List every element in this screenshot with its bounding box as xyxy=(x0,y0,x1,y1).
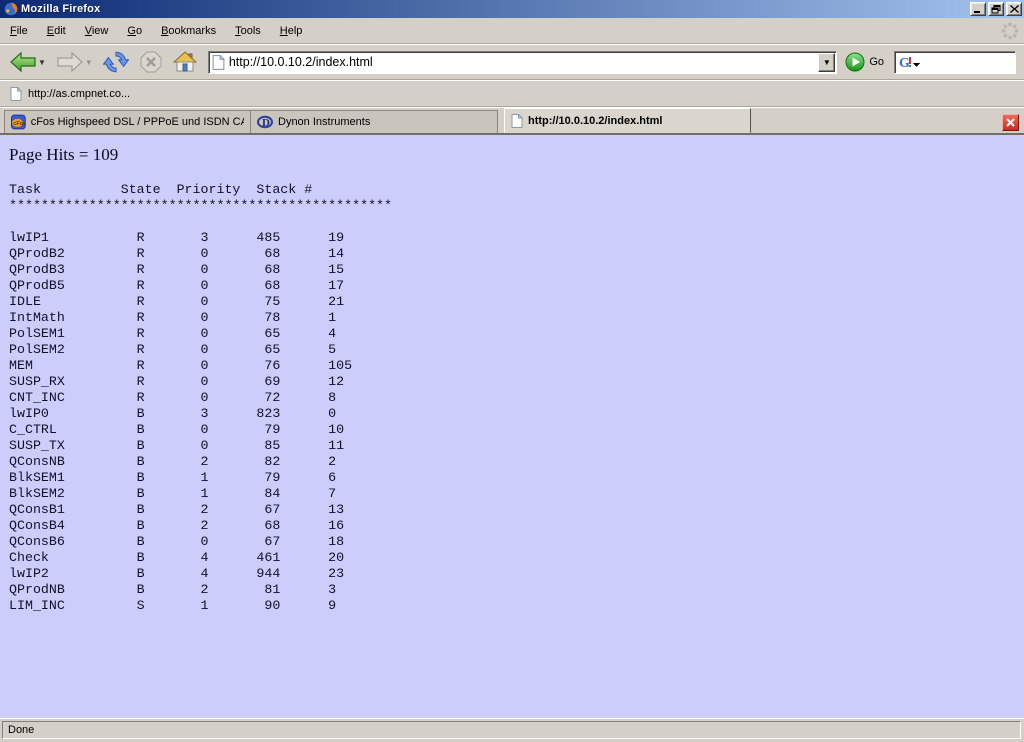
search-engine-caret[interactable] xyxy=(913,63,920,68)
restore-button[interactable] xyxy=(988,2,1004,16)
bookmarks-bar: http://as.cmpnet.co... xyxy=(0,80,1024,107)
tab-index-html[interactable]: http://10.0.10.2/index.html xyxy=(504,108,751,133)
page-icon xyxy=(511,114,523,128)
forward-dropdown-caret[interactable]: ▼ xyxy=(85,58,93,67)
svg-text:D: D xyxy=(262,117,270,129)
forward-button[interactable]: ▼ xyxy=(53,48,96,76)
tab-label: Dynon Instruments xyxy=(278,116,370,128)
cfos-favicon: cFos xyxy=(11,114,26,130)
back-button[interactable]: ▼ xyxy=(6,48,49,76)
forward-arrow-icon xyxy=(56,51,84,73)
search-box: G xyxy=(894,51,1016,74)
tab-label: http://10.0.10.2/index.html xyxy=(528,115,662,127)
menu-item-tools[interactable]: Tools xyxy=(227,22,269,40)
status-panel: Done xyxy=(2,721,1021,739)
tab-dynon[interactable]: D Dynon Instruments xyxy=(251,110,498,133)
svg-text:cFos: cFos xyxy=(13,121,25,127)
reload-icon xyxy=(103,49,129,75)
throbber-icon xyxy=(1000,21,1020,41)
title-bar: Mozilla Firefox xyxy=(0,0,1024,18)
page-hits-text: Page Hits = 109 xyxy=(9,145,1024,165)
menu-item-edit[interactable]: Edit xyxy=(39,22,74,40)
google-icon[interactable]: G xyxy=(898,54,913,70)
firefox-logo-icon xyxy=(4,2,18,16)
stop-icon xyxy=(139,50,163,74)
search-input[interactable] xyxy=(922,55,1015,69)
bookmark-item[interactable]: http://as.cmpnet.co... xyxy=(6,85,134,103)
svg-text:G: G xyxy=(899,56,910,70)
page-icon xyxy=(212,55,225,70)
home-icon xyxy=(173,50,197,74)
go-label[interactable]: Go xyxy=(869,56,884,68)
reload-button[interactable] xyxy=(100,46,132,78)
page-icon xyxy=(10,87,22,101)
status-bar: Done xyxy=(0,718,1024,742)
tab-cfos[interactable]: cFos cFos Highspeed DSL / PPPoE und ISDN… xyxy=(4,110,251,133)
close-icon xyxy=(1006,118,1015,127)
status-text: Done xyxy=(8,724,34,736)
menu-item-bookmarks[interactable]: Bookmarks xyxy=(153,22,224,40)
stop-button[interactable] xyxy=(136,47,166,77)
browser-window: Mozilla Firefox FileEditViewGoBook xyxy=(0,0,1024,742)
menu-item-help[interactable]: Help xyxy=(272,22,311,40)
task-table: Task State Priority Stack # ************… xyxy=(9,182,1024,614)
navigation-toolbar: ▼ ▼ xyxy=(0,44,1024,80)
url-bar: ▼ xyxy=(208,51,837,74)
url-input[interactable] xyxy=(225,54,818,71)
back-dropdown-caret[interactable]: ▼ xyxy=(38,58,46,67)
menu-item-go[interactable]: Go xyxy=(119,22,150,40)
window-title: Mozilla Firefox xyxy=(21,3,970,15)
menu-item-view[interactable]: View xyxy=(77,22,117,40)
home-button[interactable] xyxy=(170,47,200,77)
back-arrow-icon xyxy=(9,51,37,73)
menu-item-file[interactable]: File xyxy=(2,22,36,40)
menu-bar: FileEditViewGoBookmarksToolsHelp xyxy=(0,18,1024,44)
url-dropdown-button[interactable]: ▼ xyxy=(818,53,835,72)
go-button[interactable] xyxy=(845,52,865,72)
dynon-favicon: D xyxy=(257,114,273,130)
tab-label: cFos Highspeed DSL / PPPoE und ISDN CAP.… xyxy=(31,116,244,128)
close-button[interactable] xyxy=(1006,2,1022,16)
tab-bar: cFos cFos Highspeed DSL / PPPoE und ISDN… xyxy=(0,107,1024,135)
close-tab-button[interactable] xyxy=(1002,114,1019,131)
bookmark-label: http://as.cmpnet.co... xyxy=(28,88,130,100)
minimize-button[interactable] xyxy=(970,2,986,16)
page-content: Page Hits = 109 Task State Priority Stac… xyxy=(0,135,1024,718)
